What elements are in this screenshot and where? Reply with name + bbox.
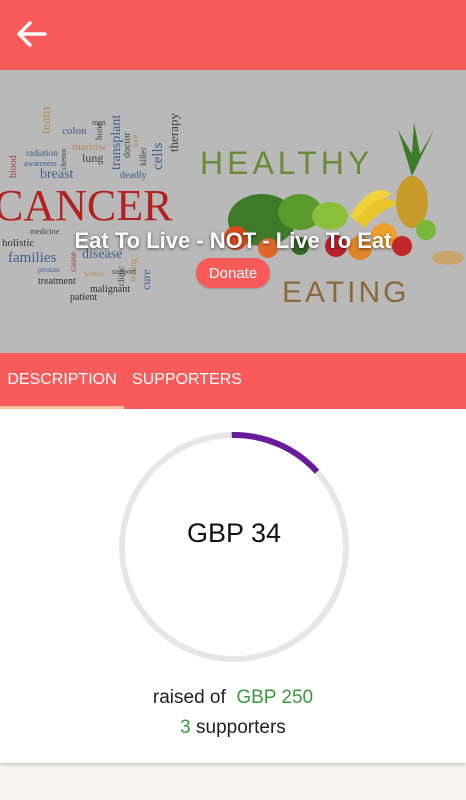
cloud-word: killer bbox=[138, 147, 148, 166]
back-button[interactable] bbox=[12, 14, 52, 54]
banner-image: team men bone colon transplant radiation… bbox=[0, 70, 466, 353]
supporters-label: supporters bbox=[196, 717, 286, 738]
funding-card: GBP 34 raised of GBP 250 3 supporters bbox=[0, 409, 466, 763]
tab-bar: DESCRIPTION SUPPORTERS bbox=[0, 353, 466, 409]
cloud-word: cure bbox=[139, 269, 153, 290]
cloud-word: women bbox=[84, 270, 105, 278]
cloud-word: support bbox=[112, 267, 137, 276]
campaign-banner: team men bone colon transplant radiation… bbox=[0, 70, 466, 353]
cloud-word: colon bbox=[62, 125, 87, 137]
cloud-word: cause bbox=[68, 252, 78, 272]
arrow-left-icon bbox=[17, 21, 47, 47]
cloud-word: lung bbox=[82, 151, 103, 165]
supporters-count: 3 bbox=[180, 717, 191, 738]
tab-description[interactable]: DESCRIPTION bbox=[0, 353, 124, 409]
cloud-word: radiation bbox=[26, 148, 58, 158]
cloud-word: blood bbox=[8, 155, 19, 178]
progress-arc bbox=[231, 432, 320, 474]
goal-amount: GBP 250 bbox=[236, 687, 314, 708]
eating-word: EATING bbox=[282, 276, 409, 309]
tab-supporters[interactable]: SUPPORTERS bbox=[124, 353, 250, 409]
cloud-word: live bbox=[130, 134, 140, 148]
cloud-word: patient bbox=[70, 292, 97, 303]
cancer-word: CANCER bbox=[0, 181, 173, 230]
app-bar bbox=[0, 0, 466, 70]
cloud-word: team bbox=[39, 107, 54, 134]
cloud-word: prostate bbox=[38, 266, 60, 274]
cloud-word: bone bbox=[94, 123, 104, 141]
donate-button[interactable]: Donate bbox=[196, 258, 270, 288]
raised-amount: GBP 34 bbox=[186, 518, 282, 548]
cloud-word: deadly bbox=[120, 170, 147, 181]
campaign-title: Eat To Live - NOT - Live To Eat bbox=[74, 228, 392, 253]
healthy-word: HEALTHY bbox=[200, 145, 373, 181]
raised-of-goal: raised of GBP 250 bbox=[0, 687, 466, 709]
cloud-word: therapy bbox=[166, 113, 181, 152]
raised-prefix: raised of bbox=[152, 687, 226, 708]
cloud-word: breast bbox=[40, 167, 74, 182]
cloud-word: treatment bbox=[38, 276, 76, 287]
supporters-summary: 3 supporters bbox=[0, 717, 466, 739]
cloud-word: cells bbox=[150, 142, 166, 170]
